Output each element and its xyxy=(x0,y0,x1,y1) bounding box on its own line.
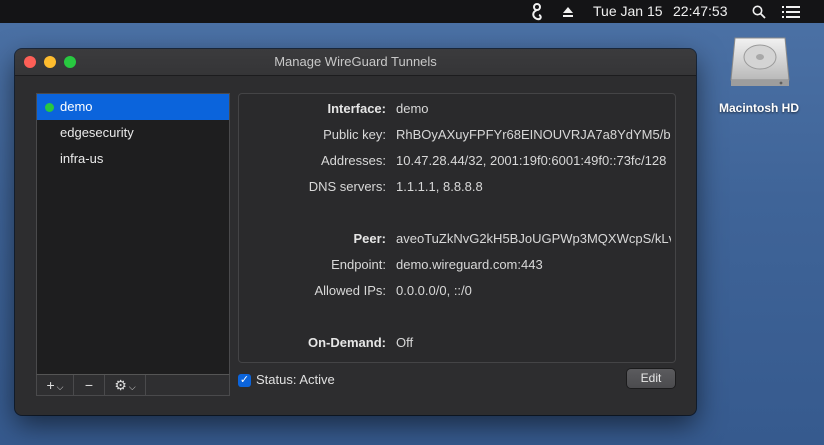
endpoint-row: Endpoint: demo.wireguard.com:443 xyxy=(239,257,675,277)
interface-label: Interface: xyxy=(327,101,386,116)
peer-label: Peer: xyxy=(353,231,386,246)
dns-value: 1.1.1.1, 8.8.8.8 xyxy=(396,179,483,194)
public-key-value: RhBOyAXuyFPFYr68EINOUVRJA7a8YdYM5/bE... xyxy=(396,127,671,142)
interface-value: demo xyxy=(396,101,429,116)
public-key-label: Public key: xyxy=(323,127,386,142)
on-demand-row: On-Demand: Off xyxy=(239,335,675,355)
tunnel-item-infra-us[interactable]: infra-us xyxy=(37,146,229,172)
dns-label: DNS servers: xyxy=(308,179,386,194)
add-tunnel-button[interactable]: + ⌵ xyxy=(37,375,74,395)
allowed-ips-value: 0.0.0.0/0, ::/0 xyxy=(396,283,472,298)
allowed-ips-label: Allowed IPs: xyxy=(314,283,386,298)
endpoint-value: demo.wireguard.com:443 xyxy=(396,257,543,272)
tunnel-list[interactable]: demo edgesecurity infra-us xyxy=(36,93,230,376)
wireguard-icon[interactable] xyxy=(530,0,546,23)
remove-tunnel-button[interactable]: − xyxy=(74,375,105,395)
tunnel-item-demo[interactable]: demo xyxy=(37,94,229,120)
on-demand-label: On-Demand: xyxy=(308,335,386,350)
active-status-icon xyxy=(45,103,54,112)
peer-value: aveoTuZkNvG2kH5BJoUGPWp3MQXWcpS/kLv... xyxy=(396,231,671,246)
list-icon[interactable] xyxy=(782,0,802,23)
actions-menu-button[interactable]: ⚙ ⌵ xyxy=(105,375,146,395)
addresses-row: Addresses: 10.47.28.44/32, 2001:19f0:600… xyxy=(239,153,675,173)
edit-button[interactable]: Edit xyxy=(627,369,675,388)
menu-bar: Tue Jan 15 22:47:53 xyxy=(0,0,824,23)
menubar-time[interactable]: 22:47:53 xyxy=(673,0,728,23)
plus-icon: + xyxy=(46,377,55,393)
checkmark-icon[interactable]: ✓ xyxy=(238,374,251,388)
window-title: Manage WireGuard Tunnels xyxy=(274,54,437,69)
allowed-ips-row: Allowed IPs: 0.0.0.0/0, ::/0 xyxy=(239,283,675,303)
hard-drive-icon[interactable] xyxy=(729,30,791,90)
menubar-date[interactable]: Tue Jan 15 xyxy=(593,0,663,23)
addresses-label: Addresses: xyxy=(320,153,386,168)
tunnel-item-edgesecurity[interactable]: edgesecurity xyxy=(37,120,229,146)
tunnel-name: demo xyxy=(60,99,93,114)
on-demand-value: Off xyxy=(396,335,414,350)
manage-tunnels-window: Manage WireGuard Tunnels demo edgesecuri… xyxy=(15,49,696,415)
eject-icon[interactable] xyxy=(562,0,576,23)
list-toolbar: + ⌵ − ⚙ ⌵ xyxy=(36,374,230,396)
endpoint-label: Endpoint: xyxy=(331,257,386,272)
interface-row: Interface: demo xyxy=(239,101,675,121)
gear-icon: ⚙ xyxy=(114,377,127,393)
addresses-value: 10.47.28.44/32, 2001:19f0:6001:49f0::73f… xyxy=(396,153,667,168)
minus-icon: − xyxy=(84,377,94,393)
hard-drive-label[interactable]: Macintosh HD xyxy=(700,101,818,115)
status-label: Status: Active xyxy=(256,372,335,387)
status-checkbox[interactable]: ✓ Status: Active xyxy=(238,371,335,389)
dns-row: DNS servers: 1.1.1.1, 8.8.8.8 xyxy=(239,179,675,199)
public-key-row: Public key: RhBOyAXuyFPFYr68EINOUVRJA7a8… xyxy=(239,127,675,147)
title-bar[interactable]: Manage WireGuard Tunnels xyxy=(15,49,696,76)
tunnel-details-panel: Interface: demo Public key: RhBOyAXuyFPF… xyxy=(238,93,676,363)
search-icon[interactable] xyxy=(752,0,768,23)
tunnel-name: infra-us xyxy=(60,151,104,166)
peer-row: Peer: aveoTuZkNvG2kH5BJoUGPWp3MQXWcpS/kL… xyxy=(239,231,675,251)
tunnel-name: edgesecurity xyxy=(60,125,134,140)
chevron-down-icon: ⌵ xyxy=(128,382,136,392)
chevron-down-icon: ⌵ xyxy=(56,382,64,392)
